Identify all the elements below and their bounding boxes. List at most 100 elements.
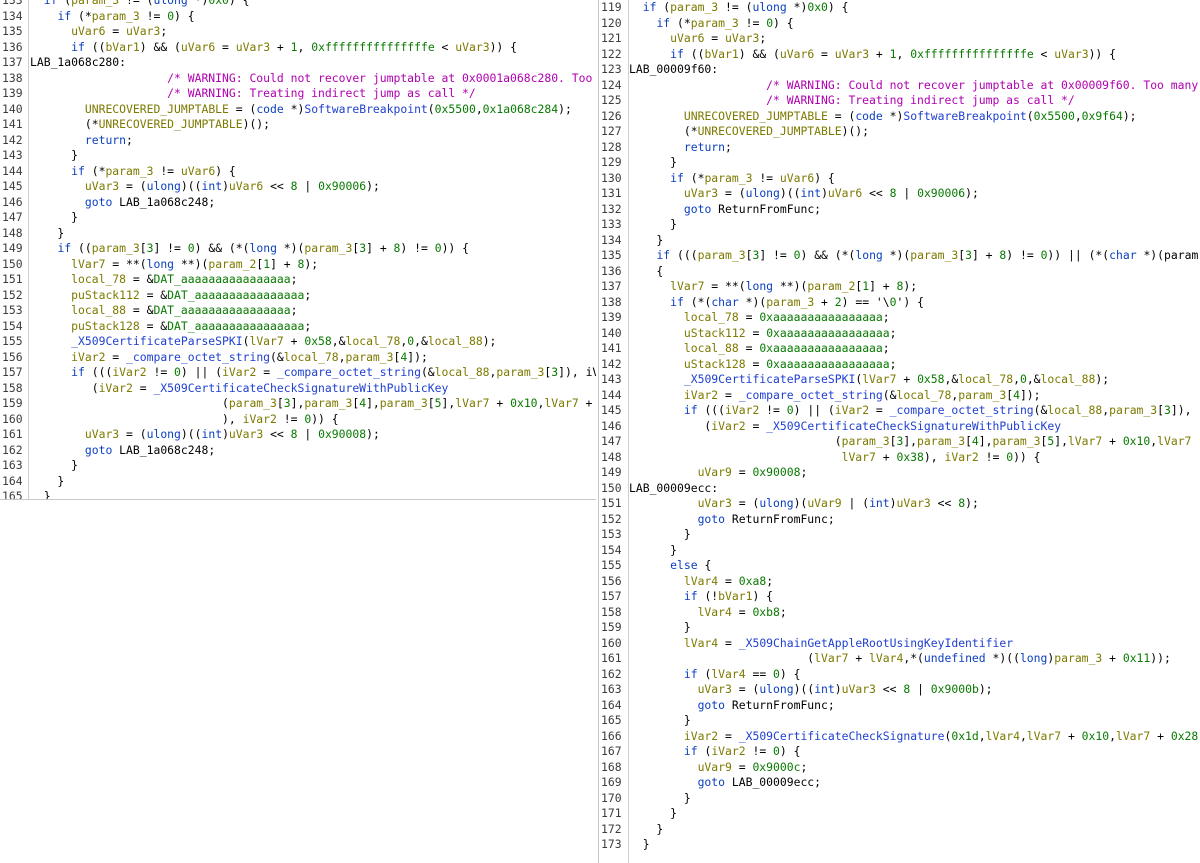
code-line[interactable]: 150 lVar7 = **(long **)(param_2[1] + 8); bbox=[0, 257, 596, 273]
code-text[interactable]: local_78 = 0xaaaaaaaaaaaaaaaa; bbox=[629, 310, 890, 324]
code-line[interactable]: 158 lVar4 = 0xb8; bbox=[599, 605, 1200, 621]
code-text[interactable]: } bbox=[629, 806, 677, 820]
code-text[interactable]: } bbox=[629, 155, 677, 169]
code-line[interactable]: 158 (iVar2 = _X509CertificateCheckSignat… bbox=[0, 381, 596, 397]
code-line[interactable]: 135 uVar6 = uVar3; bbox=[0, 24, 596, 40]
code-text[interactable]: (iVar2 = _X509CertificateCheckSignatureW… bbox=[30, 381, 449, 395]
code-text[interactable]: (param_3[3],param_3[4],param_3[5],lVar7 … bbox=[30, 396, 592, 410]
code-text[interactable]: if (*param_3 != 0) { bbox=[30, 9, 194, 23]
code-line[interactable]: 145 if (((iVar2 != 0) || (iVar2 = _compa… bbox=[599, 403, 1200, 419]
code-text[interactable]: LAB_00009ecc: bbox=[629, 481, 718, 495]
code-text[interactable]: UNRECOVERED_JUMPTABLE = (code *)Software… bbox=[30, 102, 572, 116]
code-line[interactable]: 128 return; bbox=[599, 140, 1200, 156]
code-text[interactable]: uVar9 = 0x9000c; bbox=[629, 760, 808, 774]
code-text[interactable]: } bbox=[629, 822, 663, 836]
code-line[interactable]: 145 uVar3 = (ulong)((int)uVar6 << 8 | 0x… bbox=[0, 179, 596, 195]
code-line[interactable]: 125 /* WARNING: Treating indirect jump a… bbox=[599, 93, 1200, 109]
code-line[interactable]: 164 goto ReturnFromFunc; bbox=[599, 698, 1200, 714]
code-text[interactable]: if (*param_3 != uVar6) { bbox=[629, 171, 835, 185]
code-text[interactable]: return; bbox=[629, 140, 732, 154]
code-text[interactable]: } bbox=[629, 837, 650, 851]
code-line[interactable]: 142 uStack128 = 0xaaaaaaaaaaaaaaaa; bbox=[599, 357, 1200, 373]
code-text[interactable]: goto ReturnFromFunc; bbox=[629, 698, 835, 712]
code-line[interactable]: 161 (lVar7 + lVar4,*(undefined *)((long)… bbox=[599, 651, 1200, 667]
code-text[interactable]: uVar3 = (ulong)((int)uVar6 << 8 | 0x9000… bbox=[30, 179, 380, 193]
code-text[interactable]: } bbox=[30, 458, 78, 472]
code-line[interactable]: 141 (*UNRECOVERED_JUMPTABLE)(); bbox=[0, 117, 596, 133]
code-line[interactable]: 170 } bbox=[599, 791, 1200, 807]
code-line[interactable]: 156 lVar4 = 0xa8; bbox=[599, 574, 1200, 590]
code-line[interactable]: 143 } bbox=[0, 148, 596, 164]
code-line[interactable]: 142 return; bbox=[0, 133, 596, 149]
code-text[interactable]: local_88 = &DAT_aaaaaaaaaaaaaaaa; bbox=[30, 303, 297, 317]
code-line[interactable]: 165 } bbox=[0, 489, 596, 499]
code-text[interactable]: if ((param_3[3] != 0) && (*(long *)(para… bbox=[30, 241, 469, 255]
code-line[interactable]: 148 lVar7 + 0x38), iVar2 != 0)) { bbox=[599, 450, 1200, 466]
code-text[interactable]: } bbox=[30, 489, 51, 499]
code-line[interactable]: 147 (param_3[3],param_3[4],param_3[5],lV… bbox=[599, 434, 1200, 450]
code-line[interactable]: 155 else { bbox=[599, 558, 1200, 574]
code-line[interactable]: 129 } bbox=[599, 155, 1200, 171]
code-text[interactable]: } bbox=[629, 713, 691, 727]
code-text[interactable]: uVar3 = (ulong)((int)uVar3 << 8 | 0x9000… bbox=[30, 427, 380, 441]
code-text[interactable]: LAB_00009f60: bbox=[629, 62, 718, 76]
code-line[interactable]: 149 if ((param_3[3] != 0) && (*(long *)(… bbox=[0, 241, 596, 257]
code-text[interactable]: uVar3 = (ulong)((int)uVar3 << 8 | 0x9000… bbox=[629, 682, 993, 696]
code-text[interactable]: uVar6 = uVar3; bbox=[629, 31, 766, 45]
code-text[interactable]: /* WARNING: Could not recover jumptable … bbox=[629, 78, 1198, 92]
code-line[interactable]: 150 LAB_00009ecc: bbox=[599, 481, 1200, 497]
code-text[interactable]: goto LAB_1a068c248; bbox=[30, 195, 215, 209]
code-text[interactable]: } bbox=[30, 226, 64, 240]
code-line[interactable]: 163 uVar3 = (ulong)((int)uVar3 << 8 | 0x… bbox=[599, 682, 1200, 698]
code-text[interactable]: if (*param_3 != 0) { bbox=[629, 16, 793, 30]
code-text[interactable]: lVar7 = **(long **)(param_2[1] + 8); bbox=[30, 257, 318, 271]
code-line[interactable]: 159 } bbox=[599, 620, 1200, 636]
code-text[interactable]: lVar4 = 0xa8; bbox=[629, 574, 773, 588]
code-text[interactable]: lVar7 = **(long **)(param_2[1] + 8); bbox=[629, 279, 917, 293]
code-text[interactable]: /* WARNING: Treating indirect jump as ca… bbox=[629, 93, 1075, 107]
code-text[interactable]: lVar4 = 0xb8; bbox=[629, 605, 787, 619]
code-line[interactable]: 171 } bbox=[599, 806, 1200, 822]
code-text[interactable]: (*UNRECOVERED_JUMPTABLE)(); bbox=[30, 117, 270, 131]
code-line[interactable]: 163 } bbox=[0, 458, 596, 474]
code-line[interactable]: 124 /* WARNING: Could not recover jumpta… bbox=[599, 78, 1200, 94]
code-line[interactable]: 139 local_78 = 0xaaaaaaaaaaaaaaaa; bbox=[599, 310, 1200, 326]
code-line[interactable]: 152 puStack112 = &DAT_aaaaaaaaaaaaaaaa; bbox=[0, 288, 596, 304]
code-line[interactable]: 173 } bbox=[599, 837, 1200, 853]
code-line[interactable]: 157 if (!bVar1) { bbox=[599, 589, 1200, 605]
code-text[interactable]: ), iVar2 != 0)) { bbox=[30, 412, 339, 426]
code-text[interactable]: goto ReturnFromFunc; bbox=[629, 512, 835, 526]
code-text[interactable]: lVar4 = _X509ChainGetAppleRootUsingKeyId… bbox=[629, 636, 1013, 650]
code-text[interactable]: puStack128 = &DAT_aaaaaaaaaaaaaaaa; bbox=[30, 319, 311, 333]
code-text[interactable]: uVar9 = 0x90008; bbox=[629, 465, 808, 479]
code-text[interactable]: if (((iVar2 != 0) || (iVar2 = _compare_o… bbox=[629, 403, 1192, 417]
code-text[interactable]: puStack112 = &DAT_aaaaaaaaaaaaaaaa; bbox=[30, 288, 311, 302]
code-line[interactable]: 126 UNRECOVERED_JUMPTABLE = (code *)Soft… bbox=[599, 109, 1200, 125]
code-line[interactable]: 120 if (*param_3 != 0) { bbox=[599, 16, 1200, 32]
code-line[interactable]: 157 if (((iVar2 != 0) || (iVar2 = _compa… bbox=[0, 365, 596, 381]
code-text[interactable]: LAB_1a068c280: bbox=[30, 55, 126, 69]
code-text[interactable]: iVar2 = _compare_octet_string(&local_78,… bbox=[30, 350, 428, 364]
code-text[interactable]: uStack128 = 0xaaaaaaaaaaaaaaaa; bbox=[629, 357, 897, 371]
code-text[interactable]: } bbox=[629, 527, 691, 541]
code-line[interactable]: 140 UNRECOVERED_JUMPTABLE = (code *)Soft… bbox=[0, 102, 596, 118]
code-line[interactable]: 155 _X509CertificateParseSPKI(lVar7 + 0x… bbox=[0, 334, 596, 350]
code-line[interactable]: 143 _X509CertificateParseSPKI(lVar7 + 0x… bbox=[599, 372, 1200, 388]
code-line[interactable]: 153 } bbox=[599, 527, 1200, 543]
code-line[interactable]: 122 if ((bVar1) && (uVar6 = uVar3 + 1, 0… bbox=[599, 47, 1200, 63]
code-text[interactable]: if (*param_3 != uVar6) { bbox=[30, 164, 236, 178]
code-line[interactable]: 133 } bbox=[599, 217, 1200, 233]
code-text[interactable]: uStack112 = 0xaaaaaaaaaaaaaaaa; bbox=[629, 326, 897, 340]
code-text[interactable]: /* WARNING: Treating indirect jump as ca… bbox=[30, 86, 476, 100]
code-text[interactable]: if (((iVar2 != 0) || (iVar2 = _compare_o… bbox=[30, 365, 596, 379]
code-line[interactable]: 127 (*UNRECOVERED_JUMPTABLE)(); bbox=[599, 124, 1200, 140]
code-text[interactable]: goto LAB_00009ecc; bbox=[629, 775, 821, 789]
code-text[interactable]: goto ReturnFromFunc; bbox=[629, 202, 821, 216]
code-text[interactable]: goto LAB_1a068c248; bbox=[30, 443, 215, 457]
code-text[interactable]: (iVar2 = _X509CertificateCheckSignatureW… bbox=[629, 419, 1061, 433]
code-line[interactable]: 136 { bbox=[599, 264, 1200, 280]
code-text[interactable]: { bbox=[629, 264, 663, 278]
code-text[interactable]: } bbox=[30, 210, 78, 224]
code-line[interactable]: 131 uVar3 = (ulong)((int)uVar6 << 8 | 0x… bbox=[599, 186, 1200, 202]
code-line[interactable]: 138 if (*(char *)(param_3 + 2) == '\0') … bbox=[599, 295, 1200, 311]
